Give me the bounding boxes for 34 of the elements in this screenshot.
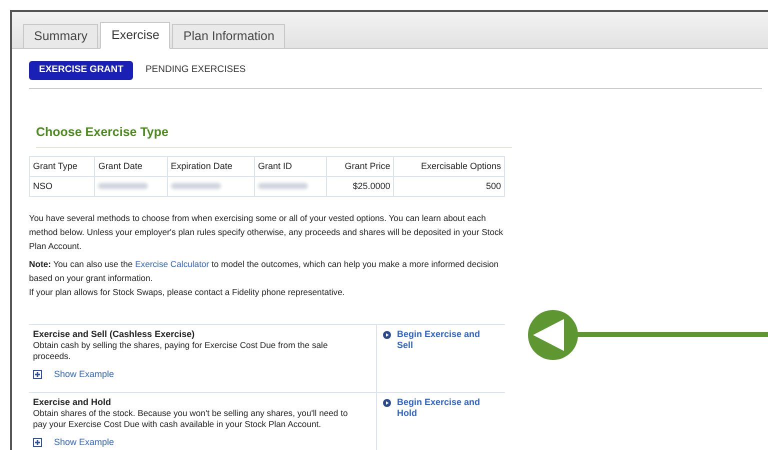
method-description: Obtain cash by selling the shares, paying for Exercise Cost Due from the sale proceeds. xyxy=(33,340,329,362)
show-example-link[interactable]: Show Example xyxy=(54,369,114,380)
method-description: Obtain shares of the stock. Because you won't be selling any shares, you'll need to pay your Exercise Cost Due with cash available in your Stock Plan Account. xyxy=(33,408,349,430)
sub-tab[interactable]: EXERCISE GRANT xyxy=(29,61,134,80)
column-header: Grant Date xyxy=(98,160,142,171)
expand-icon[interactable] xyxy=(33,438,42,447)
section-title: Choose Exercise Type xyxy=(36,125,168,139)
redacted-value xyxy=(170,182,221,189)
tab[interactable]: Summary xyxy=(23,24,98,48)
tab[interactable]: Plan Information xyxy=(172,24,286,48)
show-example-link[interactable]: Show Example xyxy=(54,437,114,448)
swap-note: If your plan allows for Stock Swaps, please contact a Fidelity phone representative. xyxy=(29,286,346,299)
redacted-value xyxy=(258,182,308,189)
column-header: Grant Type xyxy=(33,160,78,171)
method-title: Exercise and Sell (Cashless Exercise) xyxy=(33,329,196,340)
note-paragraph: Note: You can also use the Exercise Calculator to model the outcomes, which can help you make a more informed decision based on your grant information. xyxy=(29,258,500,285)
intro-paragraph: You have several methods to choose from when exercising some or all of your vested options. You can learn about each method below. Unless your employer's plan rules specify otherwise, any proceeds and shares will be deposited in your Stock Plan Account. xyxy=(29,212,504,253)
expand-icon[interactable] xyxy=(33,370,42,379)
calculator-link[interactable]: Exercise Calculator xyxy=(135,259,210,269)
column-header: Grant ID xyxy=(258,160,292,171)
play-icon xyxy=(383,331,391,339)
column-header: Exercisable Options xyxy=(420,160,501,171)
table-cell: 500 xyxy=(486,180,501,191)
column-header: Expiration Date xyxy=(170,160,232,171)
redacted-value xyxy=(98,182,148,189)
sub-tab[interactable]: PENDING EXERCISES xyxy=(143,61,248,80)
table-cell: $25.0000 xyxy=(352,180,390,191)
begin-exercise-link[interactable]: Begin Exercise and Sell xyxy=(397,329,492,392)
play-icon xyxy=(383,399,391,407)
method-title: Exercise and Hold xyxy=(33,397,112,408)
begin-exercise-link[interactable]: Begin Exercise and Hold xyxy=(397,397,492,450)
tab[interactable]: Exercise xyxy=(100,22,170,49)
table-cell: NSO xyxy=(33,180,53,191)
column-header: Grant Price xyxy=(344,160,390,171)
